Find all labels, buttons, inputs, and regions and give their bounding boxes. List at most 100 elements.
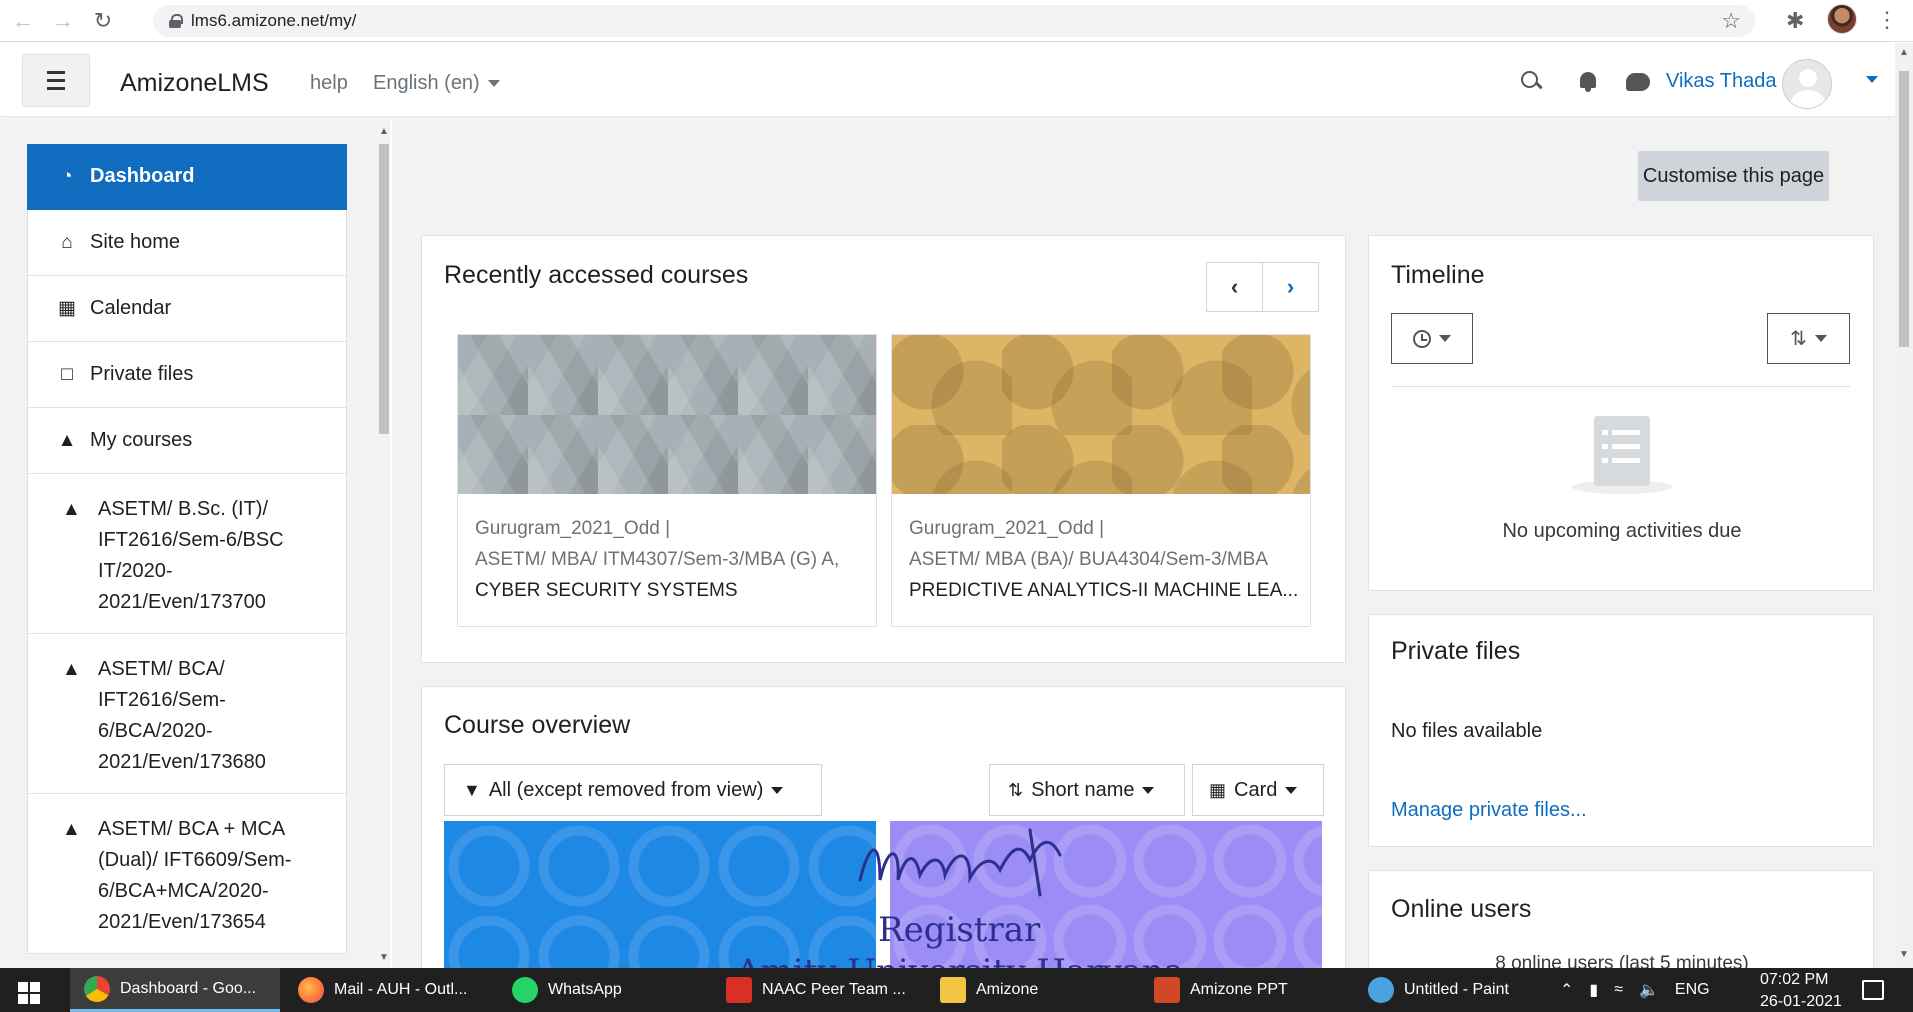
browser-menu-icon[interactable]: ⋮: [1874, 6, 1900, 34]
nav-item-calendar[interactable]: ▦ Calendar: [27, 276, 347, 342]
address-bar[interactable]: lms6.amizone.net/my/ ☆: [153, 5, 1755, 37]
page-scroll-thumb[interactable]: [1899, 71, 1909, 347]
help-link[interactable]: help: [310, 72, 348, 95]
drawer-scroll-thumb[interactable]: [379, 144, 389, 434]
divider: [1391, 386, 1850, 387]
taskbar-item-label: WhatsApp: [548, 981, 622, 998]
nav-course-item[interactable]: ▲ ASETM/ BCA + MCA (Dual)/ IFT6609/Sem- …: [27, 794, 347, 954]
nav-item-site-home[interactable]: ⌂ Site home: [27, 210, 347, 276]
next-button[interactable]: ›: [1262, 262, 1319, 312]
language-label: English (en): [373, 72, 480, 94]
chevron-right-icon: ›: [1286, 274, 1295, 299]
browser-toolbar: ← → ↻ lms6.amizone.net/my/ ☆ ✱ ⋮: [0, 0, 1913, 42]
wifi-icon[interactable]: ≈: [1614, 981, 1623, 999]
block-title: Course overview: [444, 711, 631, 739]
input-language[interactable]: ENG: [1675, 981, 1710, 999]
drawer-toggle-button[interactable]: [22, 54, 90, 107]
chevron-down-icon: [487, 80, 500, 88]
taskbar-item-firefox[interactable]: Mail - AUH - Outl...: [284, 968, 494, 1012]
graduation-cap-icon: ▲: [57, 429, 77, 451]
messages-icon[interactable]: [1626, 73, 1650, 91]
battery-icon[interactable]: ▮: [1589, 980, 1598, 1000]
customise-page-button[interactable]: Customise this page: [1638, 151, 1829, 201]
course-card[interactable]: Gurugram_2021_Odd | ASETM/ MBA/ ITM4307/…: [457, 334, 877, 627]
taskbar-item-folder[interactable]: Amizone: [926, 968, 1096, 1012]
timeline-sort-dropdown[interactable]: ⇅: [1767, 313, 1850, 364]
search-icon[interactable]: [1519, 69, 1545, 95]
user-name[interactable]: Vikas Thada: [1666, 70, 1776, 93]
taskbar-item-chrome[interactable]: Dashboard - Goo...: [70, 968, 280, 1012]
nav-item-dashboard[interactable]: ◔ Dashboard: [27, 144, 347, 210]
notifications-icon[interactable]: [1862, 980, 1884, 1000]
chevron-down-icon: [771, 786, 784, 794]
course-view-dropdown[interactable]: ▦ Card: [1192, 764, 1324, 816]
chevron-down-icon: [1814, 335, 1827, 342]
course-image[interactable]: [444, 821, 876, 981]
nav-item-label: Calendar: [90, 297, 172, 319]
course-label-line: IFT2616/Sem-: [98, 689, 226, 711]
language-menu[interactable]: English (en): [373, 72, 500, 95]
calendar-icon: ▦: [58, 298, 76, 319]
course-label-line: IT/2020-: [98, 560, 173, 582]
site-brand[interactable]: AmizoneLMS: [120, 69, 269, 98]
bookmark-star-icon[interactable]: ☆: [1721, 8, 1741, 34]
nav-course-item[interactable]: ▲ ASETM/ BCA/ IFT2616/Sem- 6/BCA/2020- 2…: [27, 634, 347, 794]
course-image[interactable]: [890, 821, 1322, 981]
empty-list-icon: [1572, 416, 1672, 500]
course-overview-block: Course overview ▼ All (except removed fr…: [421, 686, 1346, 986]
nav-course-item[interactable]: ▲ ASETM/ B.Sc. (IT)/ IFT2616/Sem-6/BSC I…: [27, 474, 347, 634]
page-scrollbar[interactable]: ▲ ▼: [1895, 43, 1913, 968]
notification-bell-icon[interactable]: [1577, 70, 1599, 94]
firefox-icon: [298, 977, 324, 1003]
browser-profile-avatar[interactable]: [1827, 4, 1857, 34]
nav-item-private-files[interactable]: □ Private files: [27, 342, 347, 408]
taskbar-item-whatsapp[interactable]: WhatsApp: [498, 968, 678, 1012]
dropdown-label: Short name: [1031, 778, 1135, 801]
system-tray: ⌃ ▮ ≈ 🔈 ENG: [1560, 968, 1710, 1012]
course-category-line: ASETM/ MBA (BA)/ BUA4304/Sem-3/MBA: [909, 549, 1268, 570]
scroll-down-arrow-icon[interactable]: ▼: [379, 952, 389, 963]
scroll-up-arrow-icon[interactable]: ▲: [1899, 47, 1909, 58]
course-name-link[interactable]: PREDICTIVE ANALYTICS-II MACHINE LEA...: [909, 580, 1309, 602]
forward-icon[interactable]: →: [46, 4, 80, 38]
taskbar-item-label: Mail - AUH - Outl...: [334, 981, 468, 998]
taskbar-item-paint[interactable]: Untitled - Paint: [1354, 968, 1554, 1012]
course-label-line: 6/BCA/2020-: [98, 720, 213, 742]
clock-time[interactable]: 07:02 PM: [1760, 971, 1828, 989]
volume-muted-icon[interactable]: 🔈: [1639, 980, 1659, 1000]
clock-date[interactable]: 26-01-2021: [1760, 993, 1842, 1012]
reload-icon[interactable]: ↻: [86, 4, 120, 38]
timeline-filter-dropdown[interactable]: [1391, 313, 1473, 364]
taskbar-item-label: Dashboard - Goo...: [120, 979, 257, 997]
scroll-up-arrow-icon[interactable]: ▲: [379, 126, 389, 137]
manage-private-files-link[interactable]: Manage private files...: [1391, 799, 1587, 822]
nav-drawer: ◔ Dashboard ⌂ Site home ▦ Calendar □ Pri…: [0, 118, 390, 968]
course-card[interactable]: Gurugram_2021_Odd | ASETM/ MBA (BA)/ BUA…: [891, 334, 1311, 627]
scroll-down-arrow-icon[interactable]: ▼: [1899, 949, 1909, 960]
taskbar-item-label: NAAC Peer Team ...: [762, 981, 906, 998]
taskbar-item-pdf[interactable]: NAAC Peer Team ...: [712, 968, 912, 1012]
course-label-line: (Dual)/ IFT6609/Sem-: [98, 849, 292, 871]
user-avatar[interactable]: [1782, 59, 1832, 109]
private-files-block: Private files No files available Manage …: [1368, 614, 1874, 847]
filter-icon: ▼: [463, 779, 481, 800]
block-title: Timeline: [1391, 261, 1485, 289]
extensions-icon[interactable]: ✱: [1786, 8, 1804, 34]
course-filter-dropdown[interactable]: ▼ All (except removed from view): [444, 764, 822, 816]
drawer-scrollbar[interactable]: ▲ ▼: [377, 126, 390, 966]
chevron-down-icon: [1439, 335, 1451, 342]
course-image[interactable]: [892, 335, 1310, 494]
course-sort-dropdown[interactable]: ⇅ Short name: [989, 764, 1185, 816]
home-icon: ⌂: [61, 231, 73, 253]
back-icon[interactable]: ←: [6, 4, 40, 38]
course-name-link[interactable]: CYBER SECURITY SYSTEMS: [475, 580, 875, 602]
user-menu-chevron-icon[interactable]: [1866, 76, 1878, 83]
chevron-left-icon: ‹: [1230, 274, 1239, 299]
windows-start-icon[interactable]: [18, 982, 40, 1004]
course-image[interactable]: [458, 335, 876, 494]
taskbar-item-powerpoint[interactable]: Amizone PPT: [1140, 968, 1340, 1012]
nav-item-my-courses[interactable]: ▲ My courses: [27, 408, 347, 474]
chevron-up-icon[interactable]: ⌃: [1560, 980, 1573, 1000]
previous-button[interactable]: ‹: [1206, 262, 1263, 312]
whatsapp-icon: [512, 977, 538, 1003]
